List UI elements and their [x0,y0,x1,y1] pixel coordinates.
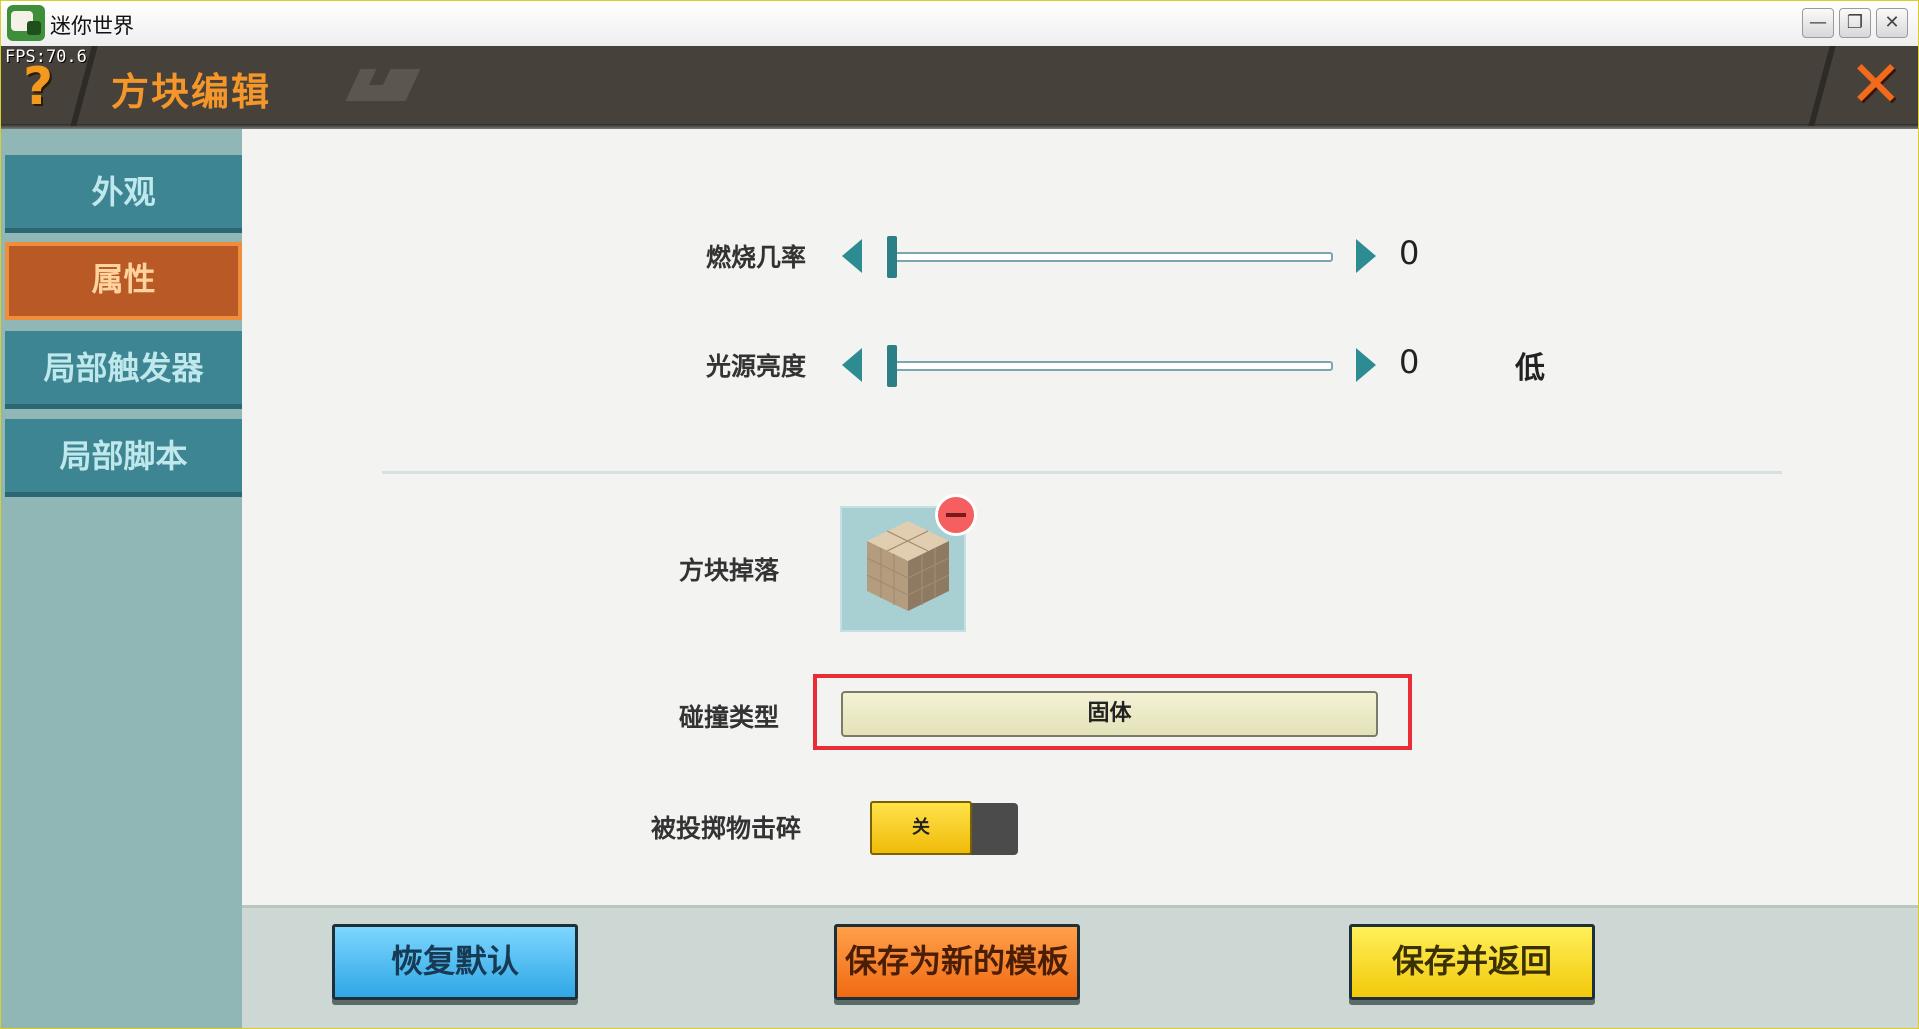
reset-default-button[interactable]: 恢复默认 [332,924,578,1000]
fps-counter: FPS:70.6 [5,47,87,67]
burn-rate-slider-thumb[interactable] [887,236,897,278]
projectile-break-toggle-knob[interactable]: 关 [870,801,972,855]
editor-header [1,46,1918,124]
save-and-return-button[interactable]: 保存并返回 [1349,924,1595,1000]
remove-drop-icon[interactable] [935,494,977,536]
window-close-button[interactable]: ✕ [1876,8,1908,38]
burn-rate-value: 0 [1399,234,1420,272]
save-as-template-button[interactable]: 保存为新的模板 [834,924,1080,1000]
app-window: 迷你世界 — ❐ ✕ FPS:70.6 ? 方块编辑 ✕ 外观 属性 局部触发器… [0,0,1919,1029]
close-icon[interactable]: ✕ [1849,49,1903,121]
minimize-button[interactable]: — [1802,8,1834,38]
restore-button[interactable]: ❐ [1839,8,1871,38]
title-bar[interactable]: 迷你世界 — ❐ ✕ [1,1,1918,46]
light-level-increase-icon[interactable] [1356,348,1376,382]
page-title: 方块编辑 [111,70,272,114]
burn-rate-slider-track[interactable] [887,252,1333,262]
burn-rate-decrease-icon[interactable] [842,239,862,273]
light-level-note: 低 [1515,351,1545,386]
tab-properties[interactable]: 属性 [5,242,242,320]
tab-appearance[interactable]: 外观 [5,155,242,233]
block-drop-label: 方块掉落 [679,556,780,585]
light-level-value: 0 [1399,343,1420,381]
collision-type-label: 碰撞类型 [679,703,780,732]
app-logo-icon [7,5,45,41]
burn-rate-increase-icon[interactable] [1356,239,1376,273]
section-divider [382,471,1782,474]
burn-rate-label: 燃烧几率 [706,243,807,272]
projectile-break-label: 被投掷物击碎 [651,814,802,843]
tab-local-triggers[interactable]: 局部触发器 [5,331,242,409]
sidebar: 外观 属性 局部触发器 局部脚本 [1,129,242,1028]
light-level-slider-thumb[interactable] [887,345,897,387]
window-title: 迷你世界 [50,14,134,38]
light-level-slider-track[interactable] [887,361,1333,371]
properties-panel [242,129,1918,905]
light-level-decrease-icon[interactable] [842,348,862,382]
tab-local-scripts[interactable]: 局部脚本 [5,419,242,497]
light-level-label: 光源亮度 [706,352,807,381]
collision-type-dropdown[interactable]: 固体 [841,691,1378,737]
